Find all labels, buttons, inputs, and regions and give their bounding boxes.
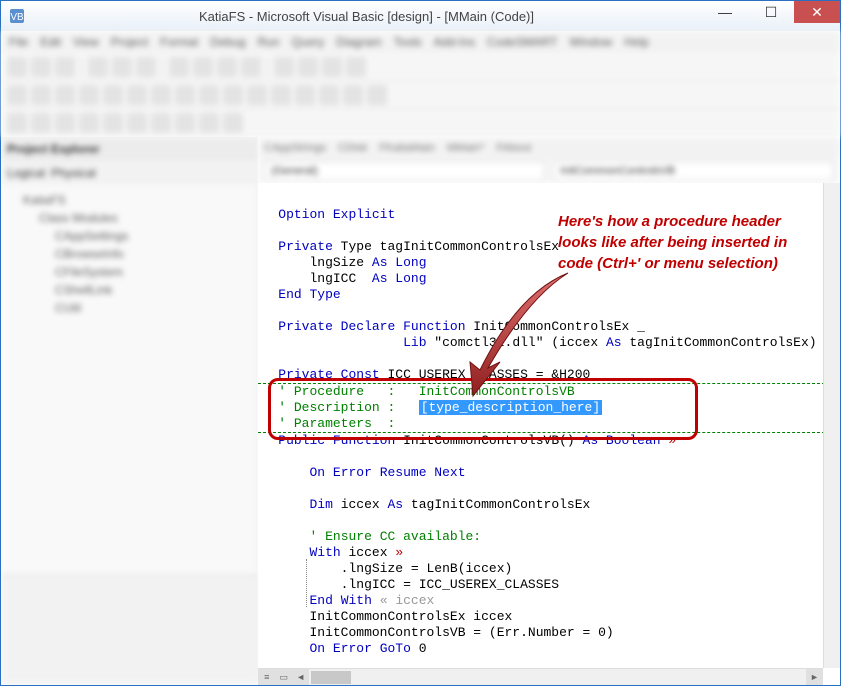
close-button[interactable]: ✕	[794, 1, 840, 23]
minimize-button[interactable]: —	[702, 1, 748, 23]
code-tab[interactable]: MMain*	[447, 142, 484, 154]
tree-item[interactable]: CBrowseInfo	[7, 245, 251, 263]
svg-text:VB: VB	[10, 12, 24, 23]
code-tab[interactable]: FKatiaMain	[379, 142, 435, 154]
scroll-left-button[interactable]: ◄	[292, 669, 309, 686]
menu-item[interactable]: Edit	[40, 35, 61, 49]
menu-item[interactable]: Window	[570, 35, 613, 49]
annotation-text: Here's how a procedure header looks like…	[558, 211, 830, 274]
code-tab[interactable]: FAbout	[496, 142, 531, 154]
menu-item[interactable]: File	[9, 35, 28, 49]
tree-root[interactable]: KatiaFS	[7, 191, 251, 209]
menu-item[interactable]: Add-Ins	[434, 35, 475, 49]
view-mode-button[interactable]: ≡	[258, 669, 275, 686]
menu-item[interactable]: CodeSMART	[487, 35, 557, 49]
panel-toolbar: LogicalPhysical	[1, 161, 257, 185]
toolbar-1	[1, 53, 840, 81]
vertical-scrollbar[interactable]	[823, 183, 840, 668]
menu-item[interactable]: Help	[624, 35, 649, 49]
code-dropdown-row: (General) InitCommonControlsVB	[258, 159, 840, 183]
tree-item[interactable]: CFileSystem	[7, 263, 251, 281]
menu-item[interactable]: Query	[292, 35, 325, 49]
selected-placeholder[interactable]: [type_description_here]	[419, 400, 602, 415]
tree-item[interactable]: CAppSettings	[7, 227, 251, 245]
menubar: File Edit View Project Format Debug Run Query Di…	[1, 31, 840, 53]
code-tab[interactable]: CDisk	[338, 142, 367, 154]
bottom-panel	[1, 575, 257, 685]
menu-item[interactable]: Project	[111, 35, 148, 49]
code-tab[interactable]: CAppStrings	[264, 142, 326, 154]
object-dropdown[interactable]: (General)	[264, 161, 545, 181]
menu-item[interactable]: Run	[258, 35, 280, 49]
menu-item[interactable]: Format	[160, 35, 198, 49]
tree-folder[interactable]: Class Modules	[7, 209, 251, 227]
scroll-right-button[interactable]: ►	[806, 669, 823, 686]
panel-title: Project Explorer	[1, 137, 257, 161]
project-explorer-panel: Project Explorer LogicalPhysical KatiaFS…	[1, 137, 258, 685]
procedure-dropdown[interactable]: InitCommonControlsVB	[553, 161, 834, 181]
project-tree[interactable]: KatiaFS Class Modules CAppSettings CBrow…	[1, 185, 257, 575]
menu-item[interactable]: Tools	[394, 35, 422, 49]
app-icon: VB	[9, 8, 25, 24]
maximize-button[interactable]: ☐	[748, 1, 794, 23]
window-title: KatiaFS - Microsoft Visual Basic [design…	[31, 9, 702, 24]
toolbar-3	[1, 109, 840, 137]
scroll-thumb[interactable]	[311, 671, 351, 684]
menu-item[interactable]: Diagram	[336, 35, 381, 49]
titlebar: VB KatiaFS - Microsoft Visual Basic [des…	[1, 1, 840, 31]
tree-item[interactable]: CUtil	[7, 299, 251, 317]
code-tabbar: CAppStrings CDisk FKatiaMain MMain* FAbo…	[258, 137, 840, 159]
menu-item[interactable]: Debug	[210, 35, 245, 49]
menu-item[interactable]: View	[73, 35, 99, 49]
horizontal-scrollbar[interactable]: ≡ ▭ ◄ ►	[258, 668, 823, 685]
tree-item[interactable]: CShellLink	[7, 281, 251, 299]
view-mode-button[interactable]: ▭	[275, 669, 292, 686]
code-guide-line	[306, 559, 307, 607]
code-editor[interactable]: Option Explicit Private Type tagInitComm…	[258, 183, 840, 685]
toolbar-2	[1, 81, 840, 109]
